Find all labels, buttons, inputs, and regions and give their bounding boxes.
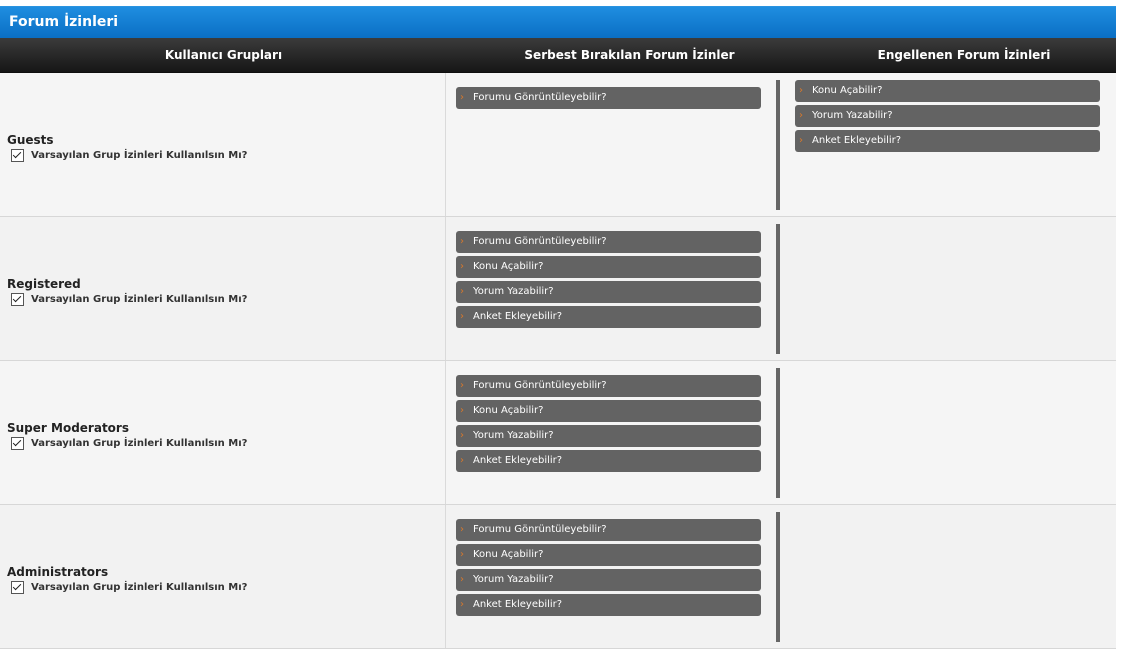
allowed-permissions-list[interactable]: › Forumu Gönrüntüleyebilir? › Konu Açabilir… xyxy=(446,505,776,648)
chevron-right-icon: › xyxy=(460,405,464,416)
chevron-right-icon: › xyxy=(799,110,803,121)
chevron-right-icon: › xyxy=(460,286,464,297)
allowed-permission-item[interactable]: › Konu Açabilir? xyxy=(456,256,761,278)
table-header: Kullanıcı Grupları Serbest Bırakılan For… xyxy=(0,38,1116,73)
permission-label: Yorum Yazabilir? xyxy=(473,574,554,585)
allowed-permissions-list[interactable]: › Forumu Gönrüntüleyebilir? › Konu Açabilir… xyxy=(446,361,776,504)
allowed-permission-item[interactable]: › Anket Ekleyebilir? xyxy=(456,306,761,328)
permission-label: Forumu Gönrüntüleyebilir? xyxy=(473,236,607,247)
chevron-right-icon: › xyxy=(460,236,464,247)
chevron-right-icon: › xyxy=(460,430,464,441)
chevron-right-icon: › xyxy=(460,599,464,610)
permission-label: Yorum Yazabilir? xyxy=(473,430,554,441)
group-row: Super Moderators Varsayılan Grup İzinleri… xyxy=(0,361,1116,505)
allowed-permission-item[interactable]: › Yorum Yazabilir? xyxy=(456,569,761,591)
default-permissions-label: Varsayılan Grup İzinleri Kullanılsın Mı? xyxy=(31,438,248,449)
denied-permission-item[interactable]: › Konu Açabilir? xyxy=(795,80,1100,102)
checkbox-checked-icon[interactable] xyxy=(11,581,24,594)
permission-label: Forumu Gönrüntüleyebilir? xyxy=(473,524,607,535)
allowed-permission-item[interactable]: › Forumu Gönrüntüleyebilir? xyxy=(456,375,761,397)
allowed-permission-item[interactable]: › Yorum Yazabilir? xyxy=(456,281,761,303)
chevron-right-icon: › xyxy=(460,92,464,103)
permission-label: Anket Ekleyebilir? xyxy=(473,599,563,610)
permission-label: Forumu Gönrüntüleyebilir? xyxy=(473,380,607,391)
group-info-cell: Super Moderators Varsayılan Grup İzinleri… xyxy=(0,361,446,504)
allowed-permission-item[interactable]: › Konu Açabilir? xyxy=(456,544,761,566)
header-user-groups: Kullanıcı Grupları xyxy=(164,48,283,62)
chevron-right-icon: › xyxy=(799,135,803,146)
permission-label: Yorum Yazabilir? xyxy=(812,110,893,121)
forum-permissions-panel: Forum İzinleri Kullanıcı Grupları Serbes… xyxy=(0,6,1116,649)
allowed-permission-item[interactable]: › Forumu Gönrüntüleyebilir? xyxy=(456,87,761,109)
allowed-permission-item[interactable]: › Anket Ekleyebilir? xyxy=(456,594,761,616)
panel-title: Forum İzinleri xyxy=(0,6,1116,38)
permission-label: Konu Açabilir? xyxy=(473,405,544,416)
group-info-cell: Guests Varsayılan Grup İzinleri Kullanıls… xyxy=(0,73,446,216)
chevron-right-icon: › xyxy=(460,311,464,322)
default-permissions-option[interactable]: Varsayılan Grup İzinleri Kullanılsın Mı? xyxy=(7,437,445,450)
chevron-right-icon: › xyxy=(460,380,464,391)
group-rows: Guests Varsayılan Grup İzinleri Kullanıls… xyxy=(0,73,1116,649)
allowed-permission-item[interactable]: › Anket Ekleyebilir? xyxy=(456,450,761,472)
checkbox-checked-icon[interactable] xyxy=(11,293,24,306)
allowed-permission-item[interactable]: › Yorum Yazabilir? xyxy=(456,425,761,447)
group-row: Guests Varsayılan Grup İzinleri Kullanıls… xyxy=(0,73,1116,217)
allowed-permission-item[interactable]: › Forumu Gönrüntüleyebilir? xyxy=(456,231,761,253)
chevron-right-icon: › xyxy=(460,524,464,535)
chevron-right-icon: › xyxy=(460,574,464,585)
group-info-cell: Administrators Varsayılan Grup İzinleri K… xyxy=(0,505,446,648)
permission-label: Konu Açabilir? xyxy=(473,261,544,272)
denied-permissions-list[interactable]: › Konu Açabilir? › Yorum Yazabilir? › Anket E… xyxy=(780,73,1116,216)
group-row: Registered Varsayılan Grup İzinleri Kulla… xyxy=(0,217,1116,361)
permission-label: Anket Ekleyebilir? xyxy=(812,135,902,146)
permission-label: Anket Ekleyebilir? xyxy=(473,311,563,322)
checkbox-checked-icon[interactable] xyxy=(11,437,24,450)
group-name: Guests xyxy=(7,133,54,147)
default-permissions-label: Varsayılan Grup İzinleri Kullanılsın Mı? xyxy=(31,294,248,305)
chevron-right-icon: › xyxy=(799,85,803,96)
checkbox-checked-icon[interactable] xyxy=(11,149,24,162)
permission-label: Konu Açabilir? xyxy=(473,549,544,560)
denied-permissions-list[interactable] xyxy=(780,505,1116,648)
allowed-permissions-list[interactable]: › Forumu Gönrüntüleyebilir? xyxy=(446,73,776,216)
group-info-cell: Registered Varsayılan Grup İzinleri Kulla… xyxy=(0,217,446,360)
allowed-permission-item[interactable]: › Forumu Gönrüntüleyebilir? xyxy=(456,519,761,541)
denied-permissions-list[interactable] xyxy=(780,361,1116,504)
default-permissions-option[interactable]: Varsayılan Grup İzinleri Kullanılsın Mı? xyxy=(7,149,445,162)
permission-label: Forumu Gönrüntüleyebilir? xyxy=(473,92,607,103)
chevron-right-icon: › xyxy=(460,455,464,466)
permission-label: Anket Ekleyebilir? xyxy=(473,455,563,466)
denied-permission-item[interactable]: › Anket Ekleyebilir? xyxy=(795,130,1100,152)
group-name: Registered xyxy=(7,277,81,291)
group-name: Super Moderators xyxy=(7,421,129,435)
default-permissions-option[interactable]: Varsayılan Grup İzinleri Kullanılsın Mı? xyxy=(7,293,445,306)
group-row: Administrators Varsayılan Grup İzinleri K… xyxy=(0,505,1116,649)
default-permissions-label: Varsayılan Grup İzinleri Kullanılsın Mı? xyxy=(31,582,248,593)
permission-label: Yorum Yazabilir? xyxy=(473,286,554,297)
default-permissions-label: Varsayılan Grup İzinleri Kullanılsın Mı? xyxy=(31,150,248,161)
chevron-right-icon: › xyxy=(460,549,464,560)
denied-permission-item[interactable]: › Yorum Yazabilir? xyxy=(795,105,1100,127)
chevron-right-icon: › xyxy=(460,261,464,272)
allowed-permissions-list[interactable]: › Forumu Gönrüntüleyebilir? › Konu Açabilir… xyxy=(446,217,776,360)
header-allowed-permissions: Serbest Bırakılan Forum İzinler xyxy=(524,48,735,62)
permission-label: Konu Açabilir? xyxy=(812,85,883,96)
denied-permissions-list[interactable] xyxy=(780,217,1116,360)
header-denied-permissions: Engellenen Forum İzinleri xyxy=(877,48,1051,62)
default-permissions-option[interactable]: Varsayılan Grup İzinleri Kullanılsın Mı? xyxy=(7,581,445,594)
allowed-permission-item[interactable]: › Konu Açabilir? xyxy=(456,400,761,422)
group-name: Administrators xyxy=(7,565,109,579)
